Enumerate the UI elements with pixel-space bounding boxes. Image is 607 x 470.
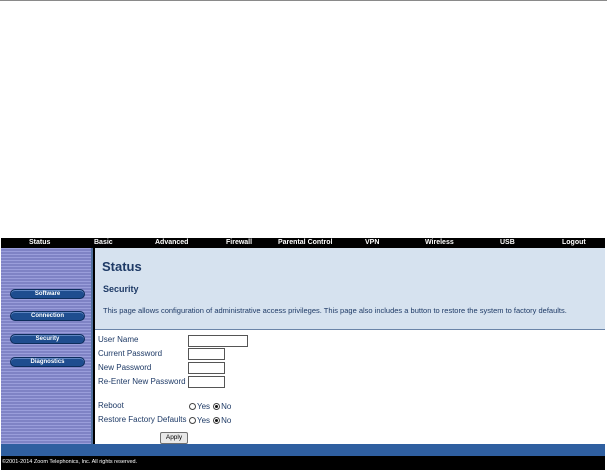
reboot-radio-group: Yes No [189, 400, 234, 412]
factory-defaults-label: Restore Factory Defaults [98, 415, 187, 424]
apply-button[interactable]: Apply [160, 432, 188, 444]
reboot-label: Reboot [98, 401, 124, 410]
header-band: Status Security This page allows configu… [95, 248, 605, 329]
new-password-input[interactable] [188, 362, 225, 374]
username-label: User Name [98, 335, 139, 344]
reboot-no-label: No [221, 401, 232, 411]
nav-vpn[interactable]: VPN [365, 238, 379, 248]
sidebar-item-diagnostics[interactable]: Diagnostics [10, 357, 85, 367]
nav-firewall[interactable]: Firewall [226, 238, 252, 248]
reenter-password-input[interactable] [188, 376, 225, 388]
page-title: Status [102, 259, 142, 274]
nav-usb[interactable]: USB [500, 238, 515, 248]
factory-yes-label: Yes [197, 415, 211, 425]
top-divider [0, 0, 607, 1]
nav-basic[interactable]: Basic [94, 238, 113, 248]
factory-no-label: No [221, 415, 232, 425]
sidebar-item-software[interactable]: Software [10, 289, 85, 299]
factory-no-radio[interactable] [213, 416, 221, 424]
reenter-password-label: Re-Enter New Password [98, 377, 186, 386]
footer: ©2001-2014 Zoom Telephonics, Inc. All ri… [1, 456, 605, 470]
main-content: Status Security This page allows configu… [95, 248, 605, 444]
page-description: This page allows configuration of admini… [103, 306, 567, 315]
nav-parental-control[interactable]: Parental Control [278, 238, 332, 248]
bottom-band [1, 444, 605, 456]
header-divider [95, 329, 605, 330]
reboot-no-radio[interactable] [213, 402, 221, 410]
nav-wireless[interactable]: Wireless [425, 238, 454, 248]
reboot-yes-label: Yes [197, 401, 211, 411]
sidebar-item-security[interactable]: Security [10, 334, 85, 344]
current-password-input[interactable] [188, 348, 225, 360]
copyright-text: ©2001-2014 Zoom Telephonics, Inc. All ri… [2, 459, 138, 465]
nav-status[interactable]: Status [29, 238, 50, 248]
router-admin-frame: Status Basic Advanced Firewall Parental … [1, 238, 605, 470]
factory-defaults-radio-group: Yes No [189, 414, 234, 426]
username-input[interactable] [188, 335, 248, 347]
section-title: Security [103, 284, 139, 294]
sidebar-item-connection[interactable]: Connection [10, 311, 85, 321]
current-password-label: Current Password [98, 349, 163, 358]
top-navigation: Status Basic Advanced Firewall Parental … [1, 238, 605, 248]
reboot-yes-radio[interactable] [189, 402, 196, 410]
new-password-label: New Password [98, 363, 152, 372]
nav-logout[interactable]: Logout [562, 238, 586, 248]
nav-advanced[interactable]: Advanced [155, 238, 188, 248]
sidebar: Software Connection Security Diagnostics [1, 248, 93, 444]
factory-yes-radio[interactable] [189, 416, 196, 424]
